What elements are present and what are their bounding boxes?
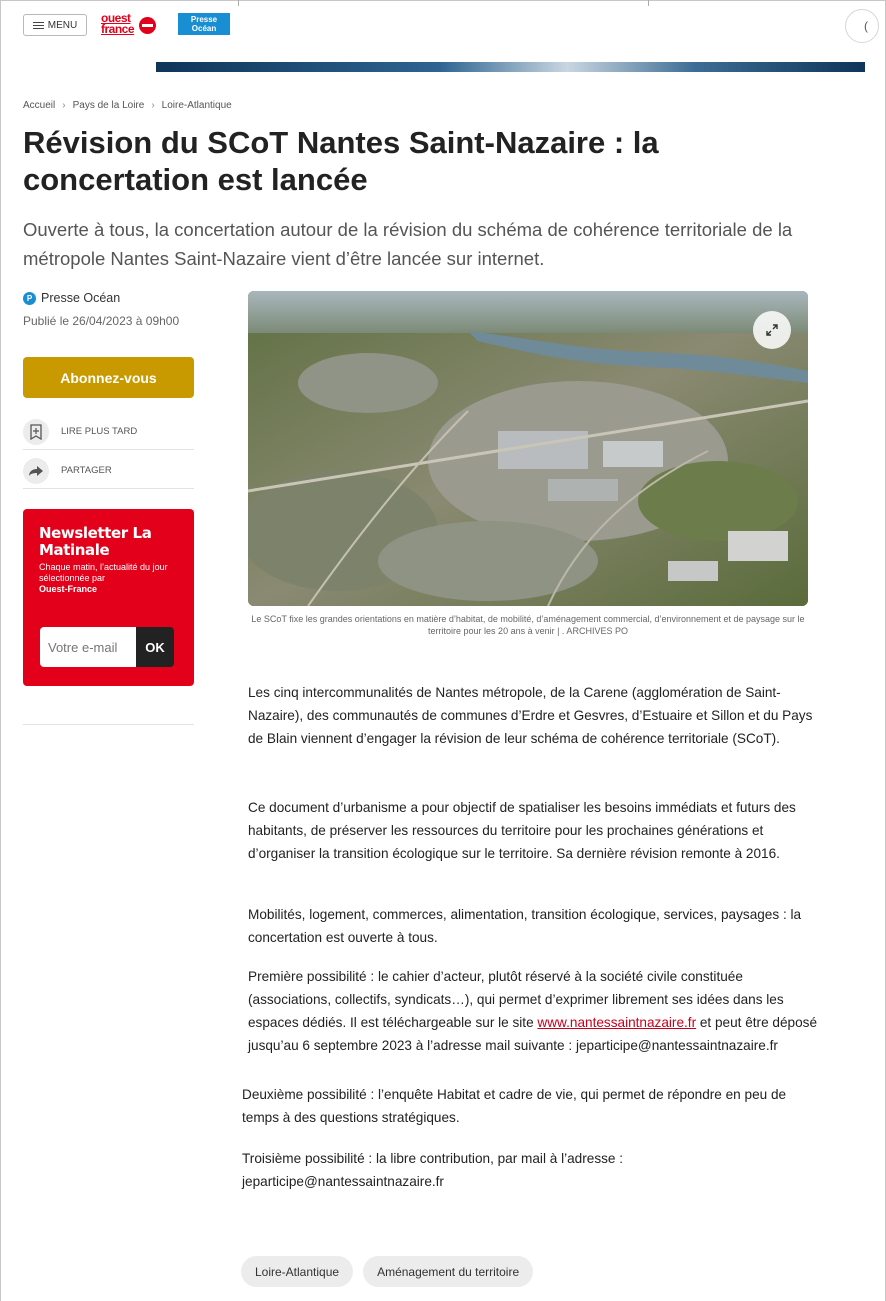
- article-paragraph: Deuxième possibilité : l’enquête Habitat…: [242, 1087, 787, 1125]
- search-icon: (: [864, 19, 868, 33]
- search-button[interactable]: (: [845, 9, 879, 43]
- header-banner-image: [156, 62, 865, 72]
- chevron-right-icon: ›: [151, 100, 155, 111]
- publish-date: Publié le 26/04/2023 à 09h00: [23, 314, 180, 328]
- breadcrumb-item[interactable]: Accueil: [23, 100, 55, 111]
- menu-button[interactable]: MENU: [23, 14, 87, 36]
- article-paragraph: Mobilités, logement, commerces, alimenta…: [248, 907, 802, 945]
- article-paragraph: Troisième possibilité : la libre contrib…: [242, 1151, 624, 1189]
- newsletter-submit-button[interactable]: OK: [136, 627, 174, 667]
- newsletter-title: Newsletter La Matinale: [39, 524, 152, 559]
- author-name: Presse Océan: [41, 291, 121, 305]
- hamburger-icon: [32, 21, 44, 29]
- expand-icon: [766, 324, 778, 336]
- presse-ocean-icon: P: [23, 291, 36, 305]
- article-photo[interactable]: [248, 291, 808, 606]
- subscribe-button[interactable]: Abonnez-vous: [23, 357, 194, 398]
- ouest-france-logo[interactable]: ouest france: [101, 12, 157, 38]
- newsletter-form: OK: [40, 627, 175, 667]
- article-subtitle: Ouverte à tous, la concertation autour d…: [23, 219, 793, 269]
- breadcrumb: Accueil › Pays de la Loire › Loire-Atlan…: [23, 100, 232, 111]
- chevron-right-icon: ›: [62, 100, 66, 111]
- newsletter-description: Chaque matin, l’actualité du jour sélect…: [39, 562, 168, 583]
- newsletter-email-input[interactable]: [40, 627, 136, 667]
- read-later-label: LIRE PLUS TARD: [61, 426, 138, 437]
- share-label: PARTAGER: [61, 465, 112, 476]
- menu-label: MENU: [47, 19, 78, 31]
- share-arrow-icon: [23, 457, 49, 484]
- presse-ocean-logo[interactable]: Presse Océan: [178, 13, 230, 35]
- tag-amenagement-territoire[interactable]: Aménagement du territoire: [363, 1256, 534, 1287]
- read-later-button[interactable]: LIRE PLUS TARD: [23, 414, 194, 450]
- image-caption: Le SCoT fixe les grandes orientations en…: [251, 614, 805, 636]
- article-paragraph: Ce document d’urbanisme a pour objectif …: [248, 800, 796, 861]
- sidebar-divider: [23, 724, 194, 725]
- ouest-france-logo-mark: [139, 17, 156, 34]
- site-header: MENU ouest france Presse Océan (: [1, 1, 885, 72]
- bookmark-icon: [23, 418, 49, 445]
- tag-loire-atlantique[interactable]: Loire-Atlantique: [241, 1256, 354, 1287]
- breadcrumb-item[interactable]: Loire-Atlantique: [162, 100, 232, 111]
- article-title: Révision du SCoT Nantes Saint-Nazaire : …: [23, 125, 659, 197]
- article-tags: Loire-Atlantique Aménagement du territoi…: [241, 1256, 534, 1287]
- article-author[interactable]: P Presse Océan: [23, 291, 120, 305]
- website-link[interactable]: www.nantessaintnazaire.fr: [537, 1015, 696, 1030]
- newsletter-brand: Ouest-France: [39, 584, 98, 594]
- breadcrumb-item[interactable]: Pays de la Loire: [73, 100, 145, 111]
- share-button[interactable]: PARTAGER: [23, 453, 194, 489]
- expand-image-button[interactable]: [753, 311, 791, 349]
- article-paragraph: Première possibilité : le cahier d’acteu…: [248, 969, 818, 1053]
- aerial-city-photo: [248, 291, 808, 606]
- window-left-border: [0, 0, 1, 1301]
- article-paragraph: Les cinq intercommunalités de Nantes mét…: [248, 685, 813, 746]
- newsletter-box: Newsletter La Matinale Chaque matin, l’a…: [23, 509, 194, 686]
